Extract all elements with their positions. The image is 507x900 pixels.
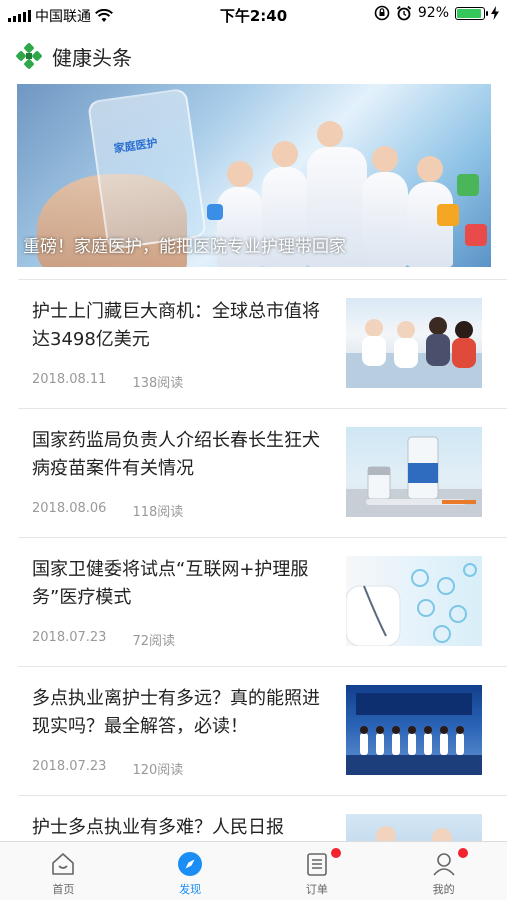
tab-home[interactable]: 首页 <box>0 842 127 900</box>
profile-badge <box>457 848 468 858</box>
tab-label: 发现 <box>179 883 202 896</box>
tab-orders[interactable]: 订单 <box>254 842 381 900</box>
compass-icon <box>178 852 203 876</box>
article-title[interactable]: 国家药监局负责人介绍长春长生狂犬病疫苗案件有关情况 <box>32 427 328 483</box>
alarm-icon <box>396 5 412 21</box>
article-thumbnail[interactable] <box>346 298 482 388</box>
article-date: 2018.07.23 <box>32 630 107 645</box>
rotation-lock-icon <box>374 5 390 21</box>
tab-discover[interactable]: 发现 <box>127 842 254 900</box>
battery-percent: 92% <box>417 5 449 21</box>
banner-app-tile <box>207 204 223 220</box>
article-read-count: 138阅读 <box>132 376 184 391</box>
page-title: 健康头条 <box>52 45 132 70</box>
article-date: 2018.07.23 <box>32 759 107 774</box>
article-item[interactable]: 国家药监局负责人介绍长春长生狂犬病疫苗案件有关情况 2018.08.06 118阅… <box>18 408 507 537</box>
article-item[interactable]: 护士上门藏巨大商机：全球总市值将达3498亿美元 2018.08.11 138阅读 <box>18 279 507 408</box>
tab-profile[interactable]: 我的 <box>380 842 507 900</box>
banner-app-tile <box>465 224 487 246</box>
article-thumbnail[interactable] <box>346 685 482 775</box>
article-date: 2018.08.06 <box>32 501 107 516</box>
article-item[interactable]: 国家卫健委将试点“互联网+护理服务”医疗模式 2018.07.23 72阅读 <box>18 537 507 666</box>
order-badge <box>330 848 341 858</box>
tab-label: 订单 <box>305 883 328 896</box>
article-title[interactable]: 多点执业离护士有多远？真的能照进现实吗？最全解答，必读！ <box>32 685 328 741</box>
app-header: 健康头条 <box>16 38 132 74</box>
battery-icon <box>455 6 488 20</box>
article-item[interactable]: 多点执业离护士有多远？真的能照进现实吗？最全解答，必读！ 2018.07.23 1… <box>18 666 507 795</box>
order-list-icon <box>307 853 327 876</box>
article-title[interactable]: 护士上门藏巨大商机：全球总市值将达3498亿美元 <box>32 298 328 354</box>
article-thumbnail[interactable] <box>346 556 482 646</box>
banner-app-tile <box>437 204 459 226</box>
tab-label: 我的 <box>432 883 455 896</box>
article-read-count: 120阅读 <box>132 763 184 778</box>
banner-caption[interactable]: 重磅！家庭医护，能把医院专业护理带回家 <box>23 232 346 257</box>
green-cross-logo-icon <box>16 43 42 69</box>
charging-icon <box>491 6 499 20</box>
article-thumbnail[interactable] <box>346 427 482 517</box>
home-icon <box>52 853 75 875</box>
article-list: 护士上门藏巨大商机：全球总市值将达3498亿美元 2018.08.11 138阅读… <box>18 279 507 900</box>
banner-nurse-figure <box>362 146 408 267</box>
banner-phone-illustration: 家庭医护 <box>87 87 207 251</box>
bottom-tab-bar: 首页 发现 订单 我的 <box>0 841 507 900</box>
article-title[interactable]: 护士多点执业有多难？人民日报 <box>32 814 328 842</box>
banner-logo-text: 家庭医护 <box>112 136 159 156</box>
banner-app-tile <box>457 174 479 196</box>
status-bar: 中国联通 下午2:40 92% <box>0 0 507 28</box>
banner-carousel[interactable]: 家庭医护 重磅！家庭医护，能把医院专业护理带回家 <box>17 84 491 267</box>
user-icon <box>433 853 455 876</box>
article-read-count: 118阅读 <box>132 505 184 520</box>
tab-label: 首页 <box>52 883 75 896</box>
article-date: 2018.08.11 <box>32 372 107 387</box>
article-title[interactable]: 国家卫健委将试点“互联网+护理服务”医疗模式 <box>32 556 328 612</box>
article-read-count: 72阅读 <box>132 634 175 649</box>
